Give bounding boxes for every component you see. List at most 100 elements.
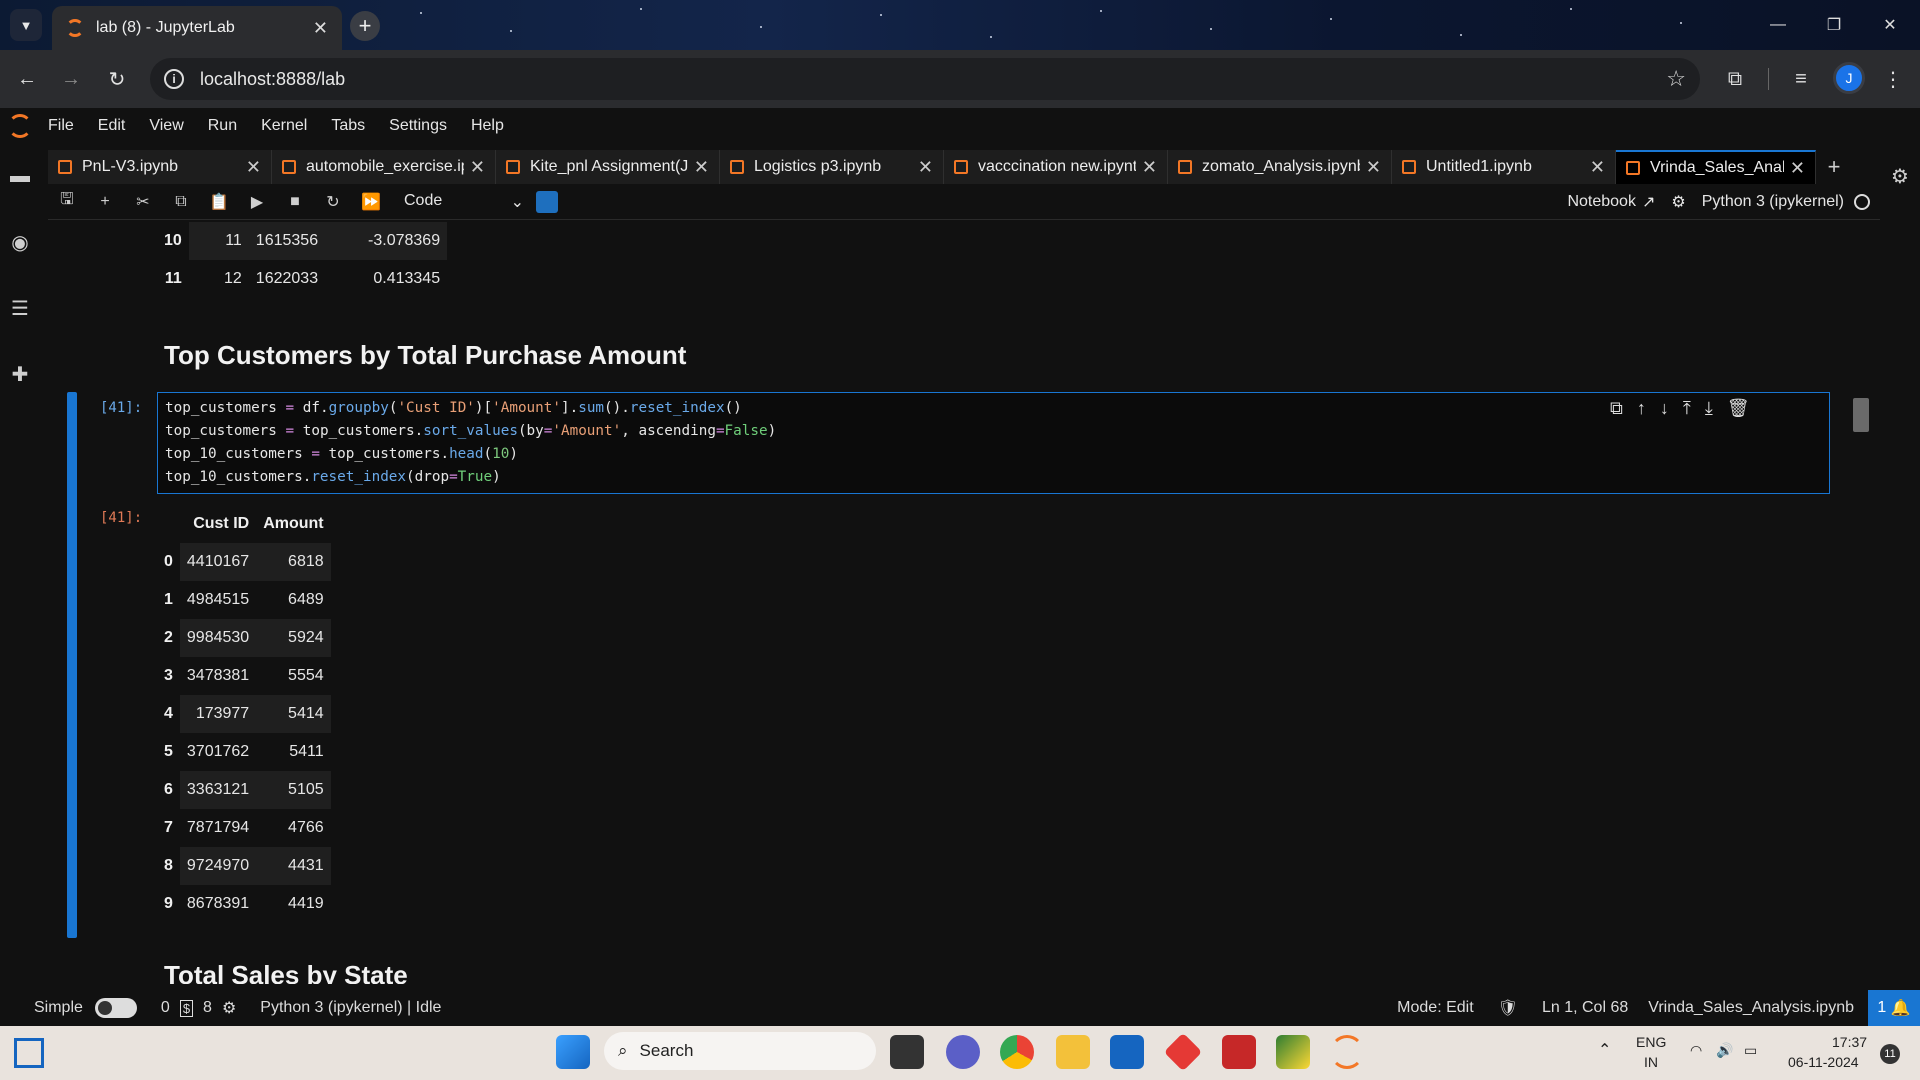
stop-icon[interactable]: ■ [276,193,314,211]
reload-icon[interactable]: ↻ [102,64,132,94]
tab-notebook[interactable]: Untitled1.ipynb ✕ [1392,150,1616,184]
windows-start-icon[interactable] [556,1035,590,1069]
terminal-count[interactable]: 0 [161,999,170,1017]
close-icon[interactable]: ✕ [1142,157,1157,178]
menu-file[interactable]: File [48,117,74,135]
tab-notebook[interactable]: Logistics p3.ipynb ✕ [720,150,944,184]
language-code[interactable]: ENG [1636,1034,1666,1050]
notebook-open-label[interactable]: Notebook [1567,193,1636,211]
tab-notebook[interactable]: Kite_pnl Assignment(Ja ✕ [496,150,720,184]
minimize-window-icon[interactable]: — [1750,0,1806,50]
teams-chat-icon[interactable] [946,1035,980,1069]
restart-icon[interactable]: ↻ [314,192,352,212]
simple-mode-toggle[interactable] [94,998,137,1018]
copy-icon[interactable]: ⧉ [162,193,200,211]
move-down-arrow-icon[interactable]: ↓ [1660,398,1669,419]
chrome-icon[interactable] [1000,1035,1034,1069]
media-control-icon[interactable]: ≡ [1786,64,1816,94]
kernel-settings-gear-icon[interactable]: ⚙ [1671,192,1685,212]
region-code[interactable]: IN [1644,1054,1658,1070]
clock-date[interactable]: 06-11-2024 [1788,1054,1859,1070]
variable-inspector-icon[interactable] [536,190,558,213]
menu-tabs[interactable]: Tabs [331,117,365,135]
insert-above-icon[interactable]: ⤒ [1683,398,1691,419]
notification-badge[interactable]: 11 [1880,1044,1900,1064]
menu-edit[interactable]: Edit [98,117,126,135]
delete-cell-trash-icon[interactable]: 🗑 [1727,398,1750,419]
run-all-icon[interactable]: ⏩ [352,192,390,212]
running-kernels-icon[interactable]: ◉ [8,230,32,254]
cursor-position[interactable]: Ln 1, Col 68 [1542,999,1628,1017]
close-icon[interactable]: ✕ [918,157,933,178]
open-external-icon[interactable]: ↗ [1642,192,1655,212]
insert-cell-icon[interactable]: + [86,193,124,211]
move-up-arrow-icon[interactable]: ↑ [1637,398,1646,419]
duplicate-cell-icon[interactable]: ⧉ [1610,398,1623,419]
chevron-up-icon[interactable]: ⌃ [1598,1040,1611,1060]
address-bar[interactable]: i localhost:8888/lab ☆ [150,58,1700,100]
menu-settings[interactable]: Settings [389,117,447,135]
restore-window-icon[interactable]: ❐ [1806,0,1862,50]
new-launcher-button[interactable]: + [1816,150,1852,184]
tab-notebook-active[interactable]: Vrinda_Sales_Analysis.i ✕ [1616,150,1816,184]
battery-icon[interactable]: ▭ [1744,1042,1757,1059]
browser-menu-kebab-icon[interactable]: ⋮ [1878,64,1908,94]
close-icon[interactable]: ✕ [1790,158,1805,179]
run-icon[interactable]: ▶ [238,192,276,212]
close-icon[interactable]: ✕ [1366,157,1381,178]
file-browser-folder-icon[interactable]: ▬ [8,164,32,188]
scrollbar-thumb[interactable] [1853,398,1869,432]
file-explorer-icon[interactable] [1056,1035,1090,1069]
cell-type-select[interactable]: Code ⌄ [404,192,524,212]
new-tab-button[interactable]: + [350,11,380,41]
notebook-scrollbar[interactable] [1856,220,1872,984]
profile-avatar[interactable]: J [1833,62,1865,94]
volume-icon[interactable]: 🔊 [1716,1042,1733,1059]
kernel-status[interactable]: Python 3 (ipykernel) | Idle [260,999,441,1017]
tab-notebook[interactable]: vacccination new.ipynt ✕ [944,150,1168,184]
cut-icon[interactable]: ✂ [124,192,162,212]
site-info-icon[interactable]: i [164,69,184,89]
close-window-icon[interactable]: ✕ [1862,0,1918,50]
table-cell: 1622033 [255,270,319,287]
menu-run[interactable]: Run [208,117,237,135]
clock-time[interactable]: 17:37 [1832,1034,1867,1050]
forward-arrow-icon[interactable]: → [56,64,86,94]
property-inspector-gear-icon[interactable]: ⚙ [1888,164,1912,188]
extensions-puzzle-icon[interactable]: ⧉ [1720,64,1750,94]
mcafee-icon[interactable] [1222,1035,1256,1069]
extension-manager-icon[interactable]: ✚ [8,362,32,386]
tab-notebook[interactable]: PnL-V3.ipynb ✕ [48,150,272,184]
notifications-button[interactable]: 1 🔔 [1868,990,1920,1026]
bookmark-star-icon[interactable]: ☆ [1666,66,1686,92]
close-tab-icon[interactable]: ✕ [313,18,328,39]
close-icon[interactable]: ✕ [694,157,709,178]
table-of-contents-icon[interactable]: ☰ [8,296,32,320]
kernel-name[interactable]: Python 3 (ipykernel) [1702,193,1844,211]
jupyter-taskbar-icon[interactable] [1330,1035,1364,1069]
power-bi-icon[interactable] [1276,1035,1310,1069]
task-view-widget-icon[interactable] [14,1038,44,1068]
tab-notebook[interactable]: automobile_exercise.ip ✕ [272,150,496,184]
taskview-icon[interactable] [890,1035,924,1069]
taskbar-search[interactable]: ⌕ Search [604,1032,876,1070]
menu-view[interactable]: View [149,117,183,135]
insert-below-icon[interactable]: ⤓ [1705,398,1713,419]
microsoft-store-icon[interactable] [1110,1035,1144,1069]
close-icon[interactable]: ✕ [246,157,261,178]
menu-kernel[interactable]: Kernel [261,117,307,135]
paste-icon[interactable]: 📋 [200,192,238,212]
menu-help[interactable]: Help [471,117,504,135]
close-icon[interactable]: ✕ [1590,157,1605,178]
save-icon[interactable]: 🖫 [48,188,86,215]
tab-search-dropdown-icon[interactable]: ▼ [10,9,42,41]
trusted-shield-icon[interactable]: 🛡 [1498,998,1518,1018]
close-icon[interactable]: ✕ [470,157,485,178]
kernel-count[interactable]: 8 [203,999,212,1017]
wifi-icon[interactable]: ◠ [1690,1042,1702,1059]
code-editor[interactable]: top_customers = df.groupby('Cust ID')['A… [157,392,1830,494]
browser-tab-active[interactable]: lab (8) - JupyterLab ✕ [52,6,342,50]
back-arrow-icon[interactable]: ← [12,64,42,94]
active-cell-collapser[interactable] [67,392,77,938]
tab-notebook[interactable]: zomato_Analysis.ipynb ✕ [1168,150,1392,184]
